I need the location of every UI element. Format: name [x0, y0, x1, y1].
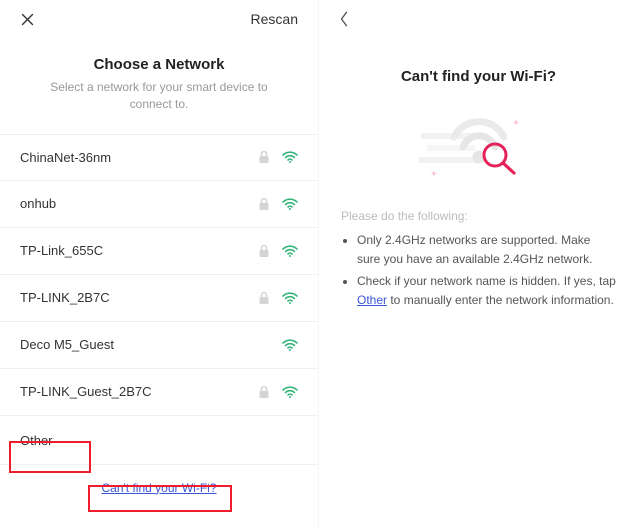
network-row[interactable]: TP-LINK_2B7C [0, 275, 318, 322]
please-do-label: Please do the following: [341, 209, 616, 223]
wifi-icon [282, 292, 298, 304]
wifi-icon [282, 198, 298, 210]
wifi-icon [282, 245, 298, 257]
network-row[interactable]: TP-LINK_Guest_2B7C [0, 369, 318, 416]
bullet-2-4ghz: Only 2.4GHz networks are supported. Make… [357, 231, 616, 268]
svg-text:+: + [431, 169, 437, 180]
other-label: Other [20, 433, 298, 448]
lock-icon [258, 197, 270, 211]
cant-find-title: Can't find your Wi-Fi? [319, 68, 638, 85]
network-row[interactable]: Deco M5_Guest [0, 322, 318, 369]
network-ssid: TP-LINK_2B7C [20, 290, 258, 305]
lock-icon [258, 385, 270, 399]
lock-icon [258, 150, 270, 164]
svg-text:+: + [513, 118, 519, 129]
bullet-hidden-network: Check if your network name is hidden. If… [357, 272, 616, 309]
close-icon[interactable] [20, 12, 35, 27]
choose-network-title: Choose a Network [0, 56, 318, 73]
other-link-inline[interactable]: Other [357, 293, 387, 307]
network-ssid: onhub [20, 196, 258, 211]
wifi-icon [282, 386, 298, 398]
other-network-row[interactable]: Other [0, 418, 318, 465]
network-row[interactable]: TP-Link_655C [0, 228, 318, 275]
wifi-icon [282, 339, 298, 351]
network-ssid: Deco M5_Guest [20, 337, 282, 352]
network-ssid: TP-LINK_Guest_2B7C [20, 384, 258, 399]
network-ssid: ChinaNet-36nm [20, 150, 258, 165]
rescan-button[interactable]: Rescan [251, 11, 298, 27]
lock-icon [258, 291, 270, 305]
lock-icon [258, 244, 270, 258]
network-row[interactable]: ChinaNet-36nm [0, 134, 318, 181]
choose-network-subtitle: Select a network for your smart device t… [0, 73, 318, 114]
cant-find-wifi-link[interactable]: Can't find your Wi-Fi? [0, 481, 318, 495]
back-icon[interactable] [339, 10, 349, 28]
wifi-search-illustration: + + [319, 113, 638, 183]
network-ssid: TP-Link_655C [20, 243, 258, 258]
wifi-icon [282, 151, 298, 163]
network-row[interactable]: onhub [0, 181, 318, 228]
